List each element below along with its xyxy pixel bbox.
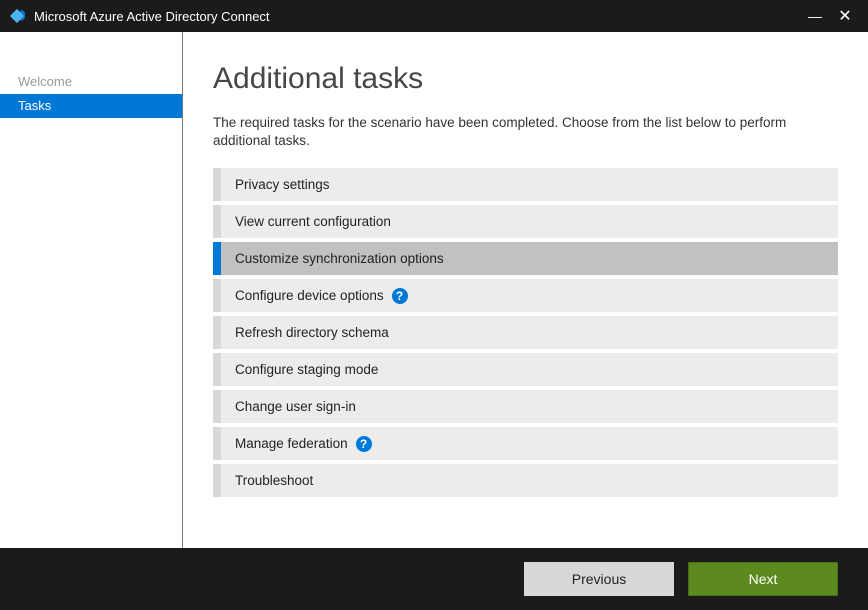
- main-panel: Additional tasks The required tasks for …: [183, 32, 868, 548]
- task-label: Change user sign-in: [235, 399, 356, 414]
- task-accent: [213, 279, 221, 312]
- next-button[interactable]: Next: [688, 562, 838, 596]
- task-label: Customize synchronization options: [235, 251, 444, 266]
- sidebar-item-welcome[interactable]: Welcome: [0, 70, 182, 94]
- footer: Previous Next: [0, 548, 868, 610]
- window-title: Microsoft Azure Active Directory Connect: [34, 9, 800, 24]
- task-item[interactable]: Privacy settings: [213, 168, 838, 201]
- task-item[interactable]: View current configuration: [213, 205, 838, 238]
- help-icon[interactable]: ?: [356, 436, 372, 452]
- task-item[interactable]: Manage federation?: [213, 427, 838, 460]
- page-description: The required tasks for the scenario have…: [213, 114, 838, 150]
- task-label: Refresh directory schema: [235, 325, 389, 340]
- task-item[interactable]: Change user sign-in: [213, 390, 838, 423]
- task-item[interactable]: Refresh directory schema: [213, 316, 838, 349]
- task-list: Privacy settings View current configurati…: [213, 168, 838, 497]
- task-item[interactable]: Configure device options?: [213, 279, 838, 312]
- task-accent: [213, 316, 221, 349]
- titlebar: Microsoft Azure Active Directory Connect…: [0, 0, 868, 32]
- task-item[interactable]: Customize synchronization options: [213, 242, 838, 275]
- task-accent: [213, 205, 221, 238]
- task-label: Configure device options: [235, 288, 384, 303]
- azure-logo-icon: [8, 7, 26, 25]
- task-accent: [213, 464, 221, 497]
- task-accent: [213, 427, 221, 460]
- task-accent: [213, 353, 221, 386]
- task-accent: [213, 242, 221, 275]
- task-item[interactable]: Troubleshoot: [213, 464, 838, 497]
- help-icon[interactable]: ?: [392, 288, 408, 304]
- minimize-button[interactable]: —: [800, 8, 830, 24]
- page-title: Additional tasks: [213, 62, 838, 96]
- close-button[interactable]: ✕: [830, 6, 860, 26]
- task-label: View current configuration: [235, 214, 391, 229]
- task-label: Privacy settings: [235, 177, 330, 192]
- task-accent: [213, 168, 221, 201]
- task-label: Configure staging mode: [235, 362, 378, 377]
- task-accent: [213, 390, 221, 423]
- task-label: Troubleshoot: [235, 473, 313, 488]
- previous-button[interactable]: Previous: [524, 562, 674, 596]
- sidebar: WelcomeTasks: [0, 32, 183, 548]
- body: WelcomeTasks Additional tasks The requir…: [0, 32, 868, 548]
- sidebar-item-tasks[interactable]: Tasks: [0, 94, 182, 118]
- task-label: Manage federation: [235, 436, 348, 451]
- task-item[interactable]: Configure staging mode: [213, 353, 838, 386]
